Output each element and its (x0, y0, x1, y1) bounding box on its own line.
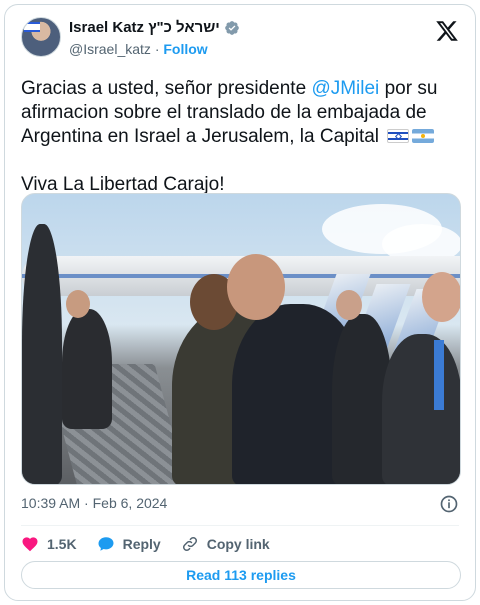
read-replies-button[interactable]: Read 113 replies (21, 561, 461, 589)
avatar[interactable] (21, 17, 61, 57)
likes-count: 1.5K (47, 536, 77, 552)
flag-argentina-icon (412, 129, 435, 143)
copy-link-button[interactable]: Copy link (181, 535, 270, 553)
tweet-photo[interactable] (21, 193, 461, 485)
tweet-paragraph: Gracias a usted, señor presidente @JMile… (21, 77, 461, 149)
verified-badge-icon (224, 20, 239, 35)
tweet-time: 10:39 AM (21, 495, 81, 511)
tweet-header: Israel Katz ישראל כ"ץ @Israel_katz · Fol… (21, 17, 459, 65)
tweet-actions: 1.5K Reply Copy link (21, 533, 290, 555)
copy-link-label: Copy link (206, 536, 270, 552)
tweet-timestamp[interactable]: 10:39 AM · Feb 6, 2024 (21, 495, 167, 511)
author-name-row: Israel Katz ישראל כ"ץ (69, 19, 240, 36)
divider (21, 525, 459, 526)
follow-button[interactable]: Follow (163, 41, 207, 57)
flag-israel-icon (387, 129, 410, 143)
author-handle-row: @Israel_katz · Follow (69, 41, 208, 57)
tweet-text-part: Gracias a usted, señor presidente (21, 78, 312, 99)
meta-separator: · (84, 495, 89, 511)
mention-link[interactable]: @JMilei (311, 78, 379, 99)
reply-label: Reply (122, 536, 161, 552)
link-icon (182, 536, 197, 552)
reply-button[interactable]: Reply (97, 535, 161, 553)
heart-icon (22, 537, 38, 552)
info-icon[interactable] (439, 494, 459, 514)
x-logo-icon[interactable] (435, 19, 459, 43)
author-name[interactable]: Israel Katz ישראל כ"ץ (69, 19, 220, 36)
author-handle[interactable]: @Israel_katz (69, 41, 151, 57)
like-button[interactable]: 1.5K (21, 535, 77, 553)
tweet-card: Israel Katz ישראל כ"ץ @Israel_katz · Fol… (4, 4, 476, 601)
tweet-date: Feb 6, 2024 (92, 495, 168, 511)
tweet-text: Gracias a usted, señor presidente @JMile… (21, 77, 461, 197)
handle-separator: · (154, 41, 160, 57)
reply-bubble-icon (98, 537, 114, 551)
